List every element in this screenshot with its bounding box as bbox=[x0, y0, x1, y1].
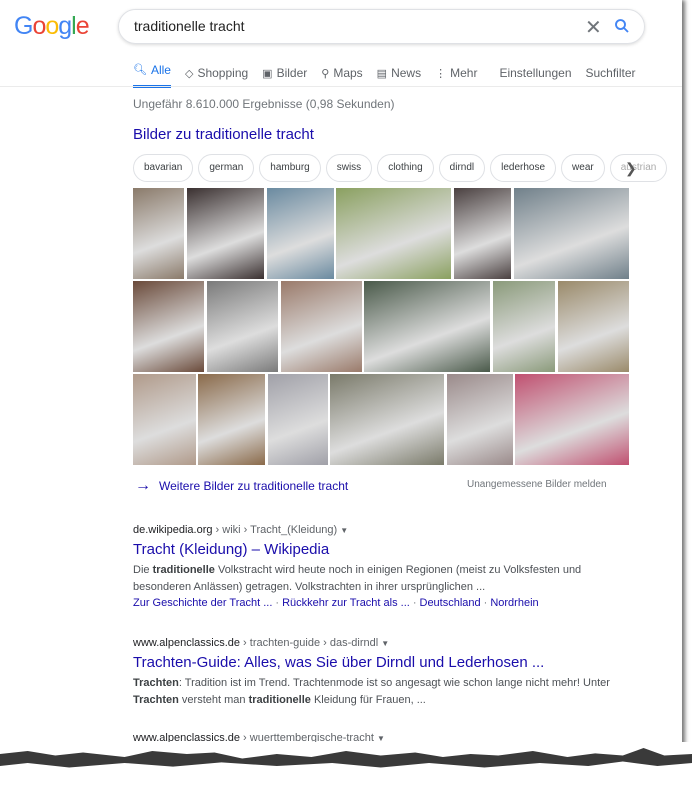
image-thumbnail[interactable] bbox=[206, 281, 278, 372]
caret-down-icon: ▼ bbox=[381, 639, 390, 648]
image-thumbnail[interactable] bbox=[446, 374, 513, 465]
image-thumbnail[interactable] bbox=[133, 281, 204, 372]
search-result: www.alpenclassics.de › trachten-guide › … bbox=[133, 637, 633, 709]
tab-mehr[interactable]: ⋮ Mehr bbox=[435, 62, 477, 84]
result-snippet: Trachten: Tradition ist im Trend. Tracht… bbox=[133, 677, 610, 706]
more-images-link[interactable]: → Weitere Bilder zu traditionelle tracht bbox=[135, 477, 348, 495]
chip-bavarian[interactable]: bavarian bbox=[133, 154, 194, 182]
chip-swiss[interactable]: swiss bbox=[325, 154, 373, 182]
image-row bbox=[133, 374, 629, 465]
caret-down-icon: ▼ bbox=[340, 526, 349, 535]
tag-icon: ◇ bbox=[184, 67, 194, 80]
chip-austrian[interactable]: austrian bbox=[609, 154, 668, 182]
result-stats: Ungefähr 8.610.000 Ergebnisse (0,98 Seku… bbox=[133, 97, 395, 111]
image-thumbnail[interactable] bbox=[514, 374, 629, 465]
sitelink[interactable]: Rückkehr zur Tracht als ... bbox=[282, 597, 410, 609]
sitelink[interactable]: Zur Geschichte der Tracht ... bbox=[133, 597, 272, 609]
image-thumbnail[interactable] bbox=[336, 188, 452, 279]
chip-wear[interactable]: wear bbox=[561, 154, 605, 182]
sitelink[interactable]: Deutschland bbox=[420, 597, 481, 609]
image-thumbnail[interactable] bbox=[267, 374, 328, 465]
image-thumbnail[interactable] bbox=[186, 188, 264, 279]
tab-maps[interactable]: ⚲ Maps bbox=[321, 62, 362, 84]
chip-hamburg[interactable]: hamburg bbox=[259, 154, 321, 182]
tool-suchfilter[interactable]: Suchfilter bbox=[586, 62, 636, 84]
clear-icon[interactable]: ✕ bbox=[585, 15, 602, 40]
search-tabs: 🔍︎ Alle ◇ Shopping ▣ Bilder ⚲ Maps ▤ News ⋮ Mehr Ein… bbox=[133, 62, 650, 88]
google-logo[interactable]: Google bbox=[14, 12, 90, 41]
image-thumbnail[interactable] bbox=[266, 188, 334, 279]
divider bbox=[0, 86, 682, 87]
more-vert-icon: ⋮ bbox=[435, 67, 447, 80]
report-images-link[interactable]: Unangemessene Bilder melden bbox=[467, 479, 607, 490]
search-icon: 🔍︎ bbox=[133, 64, 147, 76]
result-title[interactable]: Trachten-Guide: Alles, was Sie über Dirn… bbox=[133, 654, 633, 671]
image-thumbnail[interactable] bbox=[330, 374, 445, 465]
search-box: ✕ bbox=[118, 9, 645, 44]
image-thumbnail[interactable] bbox=[454, 188, 512, 279]
search-result: de.wikipedia.org › wiki › Tracht_(Kleidu… bbox=[133, 524, 633, 609]
chip-clothing[interactable]: clothing bbox=[377, 154, 434, 182]
result-url[interactable]: www.alpenclassics.de › trachten-guide › … bbox=[133, 637, 633, 649]
image-thumbnail[interactable] bbox=[364, 281, 491, 372]
news-icon: ▤ bbox=[376, 67, 388, 80]
result-title[interactable]: Tracht (Kleidung) – Wikipedia bbox=[133, 541, 633, 558]
image-thumbnail[interactable] bbox=[133, 188, 184, 279]
chip-dirndl[interactable]: dirndl bbox=[438, 154, 486, 182]
chevron-right-icon[interactable]: ❯ bbox=[625, 160, 637, 177]
image-row bbox=[133, 281, 629, 372]
image-thumbnail[interactable] bbox=[198, 374, 266, 465]
tab-news[interactable]: ▤ News bbox=[377, 62, 421, 84]
result-url[interactable]: de.wikipedia.org › wiki › Tracht_(Kleidu… bbox=[133, 524, 633, 536]
image-row bbox=[133, 188, 629, 279]
search-results-page: Google ✕ 🔍︎Alle ◇Shopping ▣Bilder ⚲Maps ▤New… bbox=[0, 0, 682, 760]
pin-icon: ⚲ bbox=[321, 67, 330, 80]
image-thumbnail[interactable] bbox=[280, 281, 362, 372]
image-chips: bavarian german hamburg swiss clothing dirndl… bbox=[133, 154, 668, 182]
tool-einstellungen[interactable]: Einstellungen bbox=[499, 62, 571, 84]
arrow-right-icon: → bbox=[135, 477, 151, 494]
image-thumbnail[interactable] bbox=[493, 281, 556, 372]
image-thumbnail[interactable] bbox=[133, 374, 196, 465]
result-snippet: Die traditionelle Volkstracht wird heute… bbox=[133, 564, 582, 593]
image-icon: ▣ bbox=[262, 67, 273, 80]
image-thumbnail[interactable] bbox=[513, 188, 629, 279]
image-grid bbox=[133, 188, 629, 467]
tab-alle[interactable]: 🔍︎ Alle bbox=[133, 62, 171, 88]
search-icon[interactable] bbox=[613, 17, 631, 35]
search-input[interactable] bbox=[134, 18, 574, 34]
chip-german[interactable]: german bbox=[198, 154, 255, 182]
images-heading[interactable]: Bilder zu traditionelle tracht bbox=[133, 126, 314, 143]
image-thumbnail[interactable] bbox=[557, 281, 629, 372]
chip-lederhose[interactable]: lederhose bbox=[490, 154, 557, 182]
torn-edge bbox=[0, 742, 692, 786]
tab-shopping[interactable]: ◇ Shopping bbox=[185, 62, 248, 84]
tab-bilder[interactable]: ▣ Bilder bbox=[262, 62, 307, 84]
sitelink[interactable]: Nordrhein bbox=[490, 597, 538, 609]
